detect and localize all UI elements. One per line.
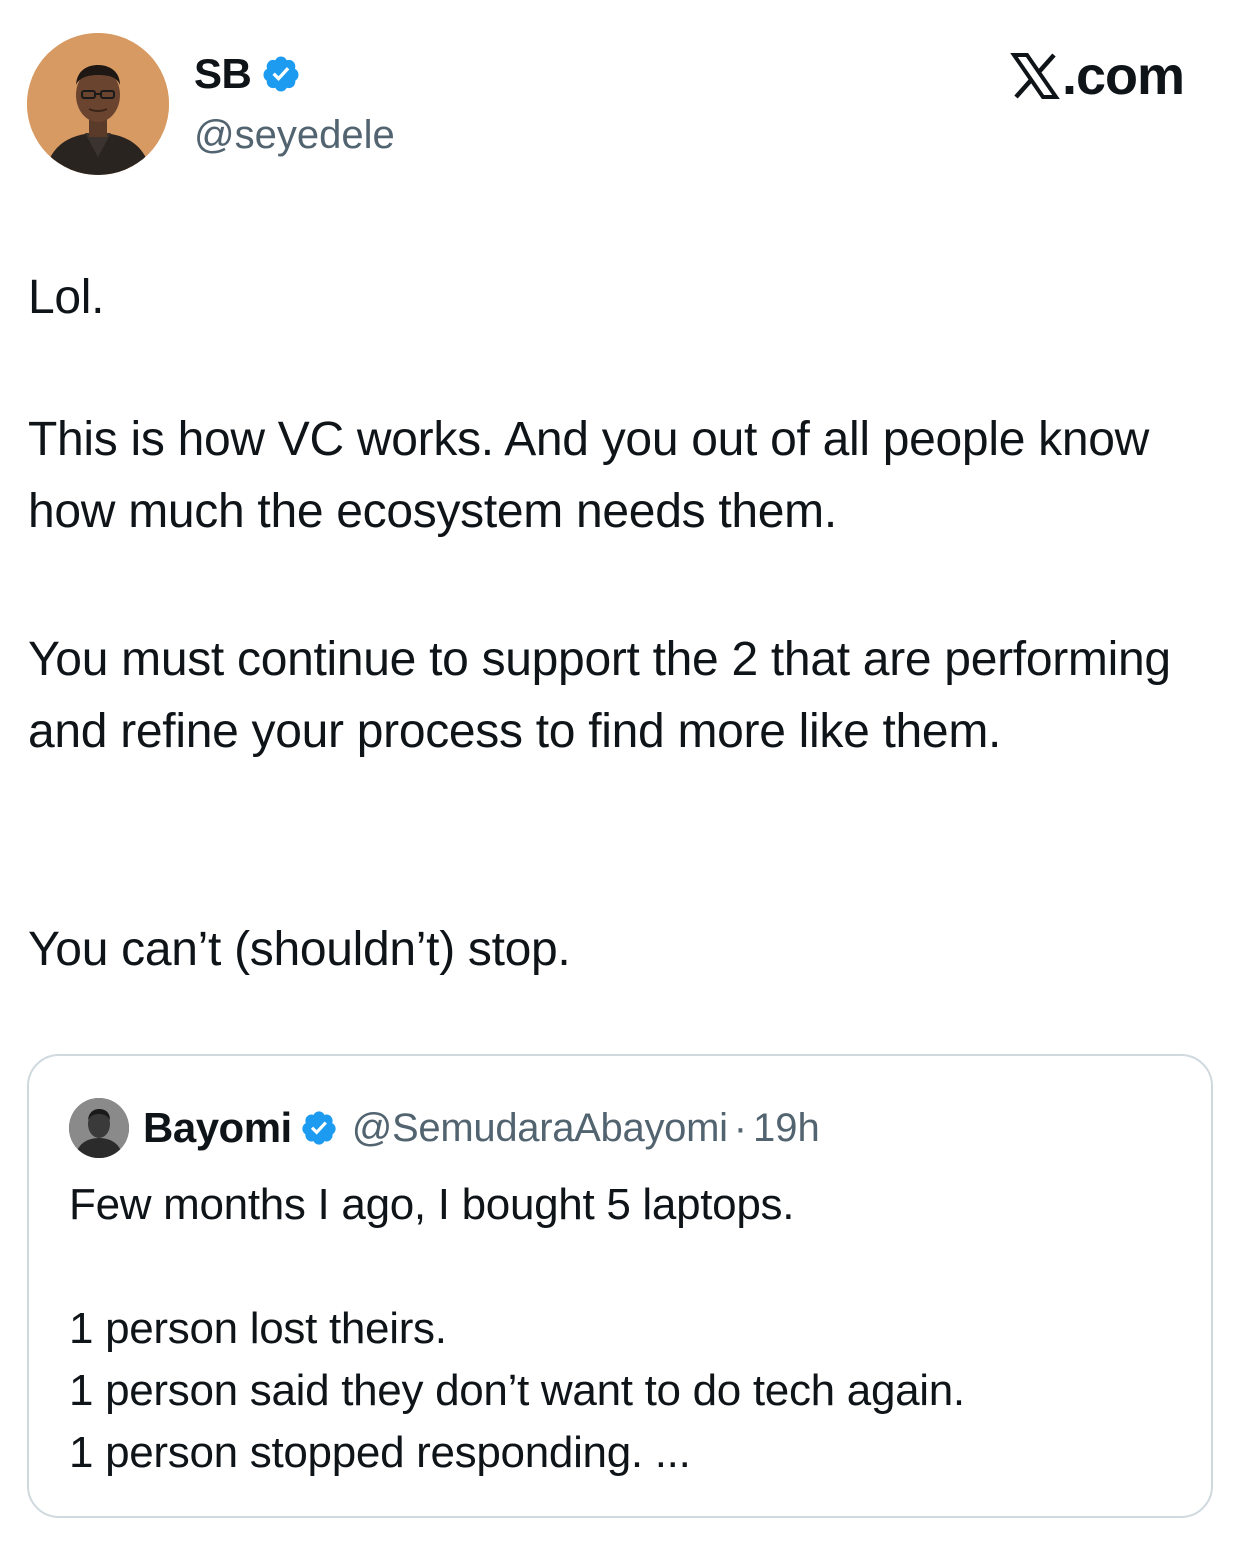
quoted-tweet-line: 1 person lost theirs. (69, 1304, 447, 1353)
author-name[interactable]: SB (194, 48, 252, 100)
quoted-tweet-header: Bayomi @SemudaraAbayomi · 19h (69, 1096, 820, 1160)
quoted-author-handle[interactable]: @SemudaraAbayomi (352, 1106, 728, 1151)
meta-separator: · (733, 1105, 748, 1150)
quoted-author-avatar[interactable] (69, 1098, 129, 1158)
tweet-paragraph: This is how VC works. And you out of all… (28, 413, 1149, 538)
tweet-paragraph: You can’t (shouldn’t) stop. (28, 923, 571, 976)
quoted-tweet-line: 1 person said they don’t want to do tech… (69, 1366, 965, 1415)
author-name-row[interactable]: SB (194, 48, 301, 100)
tweet-header: SB @seyedele .com (0, 0, 1242, 200)
author-handle[interactable]: @seyedele (194, 110, 395, 160)
tweet-paragraph: You must continue to support the 2 that … (28, 633, 1171, 758)
x-brand: .com (1010, 44, 1185, 108)
x-logo-icon (1010, 51, 1060, 101)
quoted-tweet-card[interactable]: Bayomi @SemudaraAbayomi · 19h Few months… (27, 1054, 1213, 1518)
tweet-paragraph: Lol. (28, 271, 105, 324)
quoted-tweet-line: 1 person stopped responding. ... (69, 1428, 691, 1477)
verified-badge-icon (300, 1109, 338, 1147)
quoted-author-name[interactable]: Bayomi (143, 1104, 292, 1152)
author-avatar[interactable] (27, 33, 169, 175)
quoted-timestamp[interactable]: 19h (753, 1106, 820, 1151)
brand-domain-label: .com (1061, 46, 1185, 106)
verified-badge-icon (261, 54, 301, 94)
quoted-tweet-line: Few months I ago, I bought 5 laptops. (69, 1180, 795, 1229)
